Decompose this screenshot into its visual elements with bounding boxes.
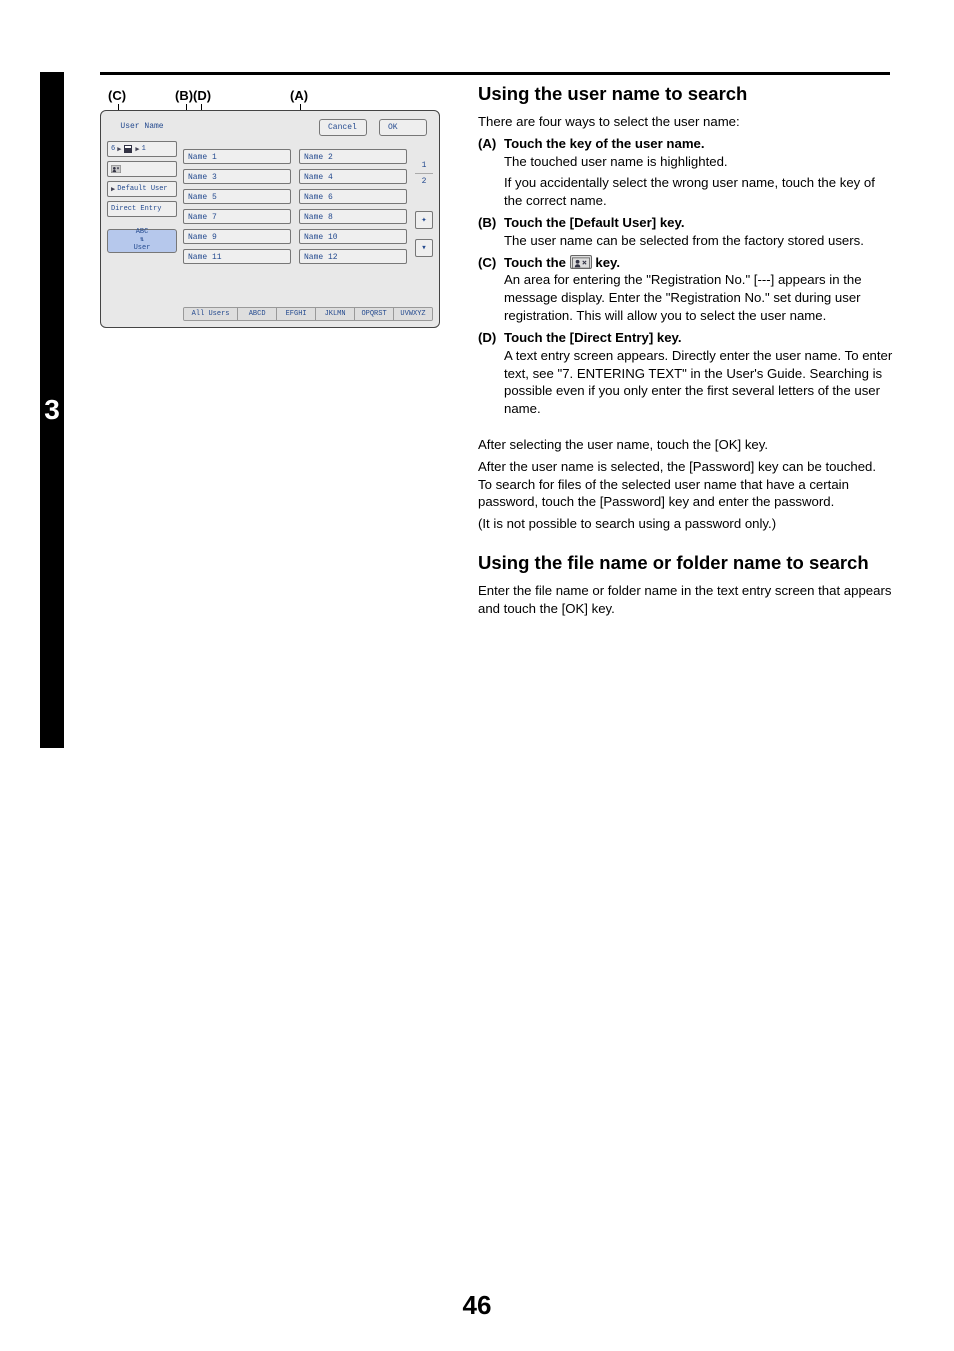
default-user-key[interactable]: ▶ Default User <box>107 181 177 197</box>
tab-all-users[interactable]: All Users <box>184 308 238 320</box>
alpha-tab-strip: All Users ABCD EFGHI JKLMN OPQRST UVWXYZ <box>183 307 433 321</box>
name-key[interactable]: Name 1 <box>183 149 291 164</box>
chapter-tab: 3 <box>40 72 64 748</box>
name-key[interactable]: Name 5 <box>183 189 291 204</box>
arrow-down-icon: ▾ <box>421 243 426 253</box>
after-text-1: After selecting the user name, touch the… <box>478 436 893 454</box>
tab-abcd[interactable]: ABCD <box>238 308 277 320</box>
step-d-label: (D) <box>478 329 504 347</box>
name-key[interactable]: Name 7 <box>183 209 291 224</box>
person-card-icon <box>111 165 121 173</box>
tab-efghi[interactable]: EFGHI <box>277 308 316 320</box>
after-text-2: After the user name is selected, the [Pa… <box>478 458 893 511</box>
name-key[interactable]: Name 6 <box>299 189 407 204</box>
ok-button[interactable]: OK <box>379 119 427 136</box>
heading-filename-search: Using the file name or folder name to se… <box>478 551 893 576</box>
direct-entry-label: Direct Entry <box>111 205 161 213</box>
callout-labels: (C) (B) (D) (A) <box>100 88 460 110</box>
name-key[interactable]: Name 8 <box>299 209 407 224</box>
step-d-heading: Touch the [Direct Entry] key. <box>504 329 682 347</box>
name-key[interactable]: Name 2 <box>299 149 407 164</box>
step-b: (B) Touch the [Default User] key. The us… <box>478 214 893 250</box>
cancel-button[interactable]: Cancel <box>319 119 367 136</box>
registration-no-key[interactable] <box>107 161 177 177</box>
scroll-up-button[interactable]: ✦ <box>415 211 433 229</box>
chevron-right-icon: ▶ <box>135 145 139 154</box>
after-text-3: (It is not possible to search using a pa… <box>478 515 893 533</box>
callout-c: (C) <box>108 88 126 103</box>
page-total: 2 <box>415 177 433 186</box>
page-number: 46 <box>0 1290 954 1321</box>
step-b-label: (B) <box>478 214 504 232</box>
name-key[interactable]: Name 9 <box>183 229 291 244</box>
tab-uvwxyz[interactable]: UVWXYZ <box>394 308 432 320</box>
step-c-label: (C) <box>478 254 504 272</box>
step-a: (A) Touch the key of the user name. The … <box>478 135 893 210</box>
abc-user-toggle[interactable]: ABC ⇅ User <box>107 229 177 253</box>
person-card-icon <box>570 255 592 269</box>
crumb-1: 1 <box>142 145 146 153</box>
step-c-heading-pre: Touch the <box>504 255 570 270</box>
step-a-text-1: The touched user name is highlighted. <box>504 153 893 171</box>
left-column: (C) (B) (D) (A) User Name Cancel OK 6 ▶ … <box>100 88 460 328</box>
step-a-heading: Touch the key of the user name. <box>504 135 705 153</box>
breadcrumb-key[interactable]: 6 ▶ ▶ 1 <box>107 141 177 157</box>
calculator-icon <box>123 144 133 154</box>
divider <box>415 173 433 174</box>
step-c-heading-post: key. <box>595 255 620 270</box>
step-d-text-1: A text entry screen appears. Directly en… <box>504 347 893 418</box>
chapter-number: 3 <box>44 394 60 426</box>
step-c: (C) Touch the key. An area for entering … <box>478 254 893 325</box>
default-user-label: Default User <box>117 185 167 193</box>
panel-title: User Name <box>107 119 177 134</box>
name-key[interactable]: Name 12 <box>299 249 407 264</box>
filename-search-text: Enter the file name or folder name in th… <box>478 582 893 618</box>
arrow-up-icon: ✦ <box>421 215 426 225</box>
name-grid: Name 1 Name 2 Name 3 Name 4 Name 5 Name … <box>183 149 407 264</box>
page-indicator: 1 2 <box>415 161 433 186</box>
intro-text: There are four ways to select the user n… <box>478 113 893 131</box>
step-b-text-1: The user name can be selected from the f… <box>504 232 893 250</box>
heading-username-search: Using the user name to search <box>478 82 893 107</box>
chevron-right-icon: ▶ <box>111 185 115 194</box>
direct-entry-key[interactable]: Direct Entry <box>107 201 177 217</box>
name-key[interactable]: Name 11 <box>183 249 291 264</box>
user-name-panel: User Name Cancel OK 6 ▶ ▶ 1 ▶ Default Us… <box>100 110 440 328</box>
callout-b: (B) <box>175 88 193 103</box>
tab-opqrst[interactable]: OPQRST <box>355 308 394 320</box>
page-current: 1 <box>415 161 433 170</box>
scroll-down-button[interactable]: ▾ <box>415 239 433 257</box>
tab-jklmn[interactable]: JKLMN <box>316 308 355 320</box>
panel-title-row: User Name Cancel OK <box>107 119 433 137</box>
right-column: Using the user name to search There are … <box>478 82 893 622</box>
left-keys: 6 ▶ ▶ 1 ▶ Default User Direct Entry ABC … <box>107 141 177 253</box>
crumb-6: 6 <box>111 145 115 153</box>
step-c-text-1: An area for entering the "Registration N… <box>504 271 893 324</box>
chevron-right-icon: ▶ <box>117 145 121 154</box>
name-key[interactable]: Name 4 <box>299 169 407 184</box>
user-label: User <box>108 245 176 253</box>
callout-d: (D) <box>193 88 211 103</box>
callout-a: (A) <box>290 88 308 103</box>
name-key[interactable]: Name 3 <box>183 169 291 184</box>
step-a-text-2: If you accidentally select the wrong use… <box>504 174 893 210</box>
step-b-heading: Touch the [Default User] key. <box>504 214 685 232</box>
step-d: (D) Touch the [Direct Entry] key. A text… <box>478 329 893 418</box>
name-key[interactable]: Name 10 <box>299 229 407 244</box>
step-a-label: (A) <box>478 135 504 153</box>
top-rule <box>100 72 890 75</box>
